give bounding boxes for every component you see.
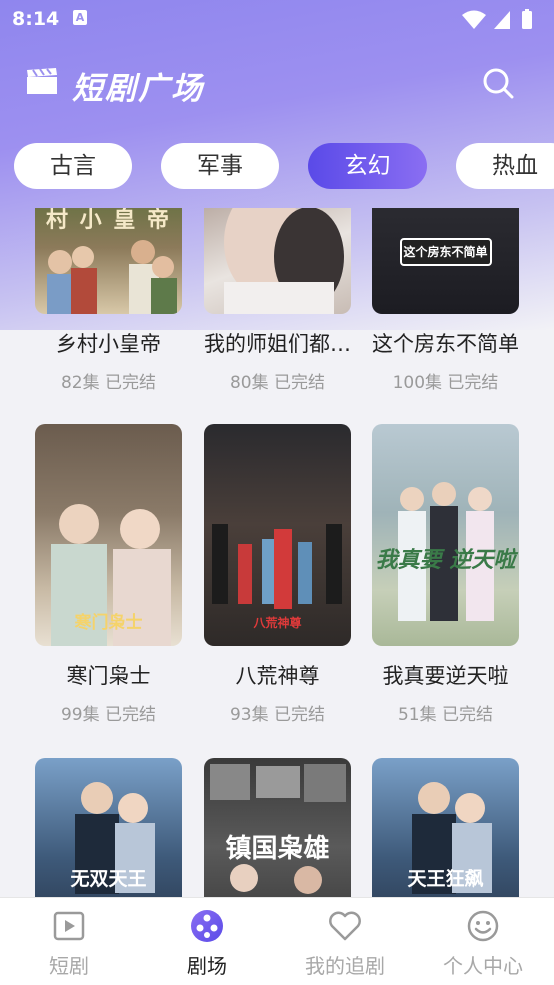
drama-card[interactable]: 八荒神尊 八荒神尊 93集 已完结 bbox=[204, 424, 351, 725]
notification-icon: A bbox=[73, 10, 87, 25]
episode-count: 93集 bbox=[229, 705, 269, 725]
drama-title: 八荒神尊 bbox=[235, 664, 320, 688]
poster-title: 镇国枭雄 bbox=[225, 834, 330, 864]
drama-meta: 80集 已完结 bbox=[204, 368, 351, 393]
title-bar: 短剧广场 bbox=[0, 55, 554, 115]
status-bar: 8:14 A bbox=[0, 0, 554, 38]
drama-card[interactable]: 寒门枭士 寒门枭士 99集 已完结 bbox=[35, 424, 182, 725]
drama-poster: 我真要 逆天啦 bbox=[372, 424, 519, 646]
drama-title: 我真要逆天啦 bbox=[382, 664, 509, 688]
drama-title: 寒门枭士 bbox=[66, 664, 151, 688]
drama-status: 已完结 bbox=[447, 373, 499, 393]
drama-status: 已完结 bbox=[274, 705, 326, 725]
drama-poster: 八荒神尊 bbox=[204, 424, 351, 646]
poster-figures bbox=[212, 524, 342, 609]
drama-meta: 82集 已完结 bbox=[35, 368, 182, 393]
nav-item-profile[interactable]: 个人中心 bbox=[414, 898, 552, 985]
episode-count: 100集 bbox=[392, 373, 443, 393]
episode-count: 51集 bbox=[397, 705, 437, 725]
nav-label: 短剧 bbox=[49, 954, 89, 978]
nav-label: 我的追剧 bbox=[305, 954, 385, 978]
tab-junshi[interactable]: 军事 bbox=[161, 143, 279, 189]
poster-title: 天王狂飙 bbox=[407, 868, 484, 890]
poster-title: 这个房东不简单 bbox=[403, 245, 488, 259]
drama-grid-viewport: 村 小 皇 帝 乡村小皇帝 82集 已完结 我的师姐们都… 80集 已完结 这个… bbox=[0, 208, 554, 898]
theater-reel-icon bbox=[191, 910, 223, 942]
drama-card[interactable]: 镇国枭雄 bbox=[204, 758, 351, 898]
drama-poster: 这个房东不简单 bbox=[372, 208, 519, 314]
drama-status: 已完结 bbox=[105, 705, 157, 725]
bottom-navigation: 短剧 剧场 我的追剧 个人中心 bbox=[0, 897, 554, 985]
nav-item-theater[interactable]: 剧场 bbox=[138, 898, 276, 985]
smiley-icon bbox=[467, 910, 499, 942]
drama-card[interactable]: 我真要 逆天啦 我真要逆天啦 51集 已完结 bbox=[372, 424, 519, 725]
drama-poster: 天王狂飙 bbox=[372, 758, 519, 898]
status-time: 8:14 bbox=[12, 8, 60, 30]
poster-title: 我真要 逆天啦 bbox=[375, 548, 516, 573]
drama-poster bbox=[204, 208, 351, 314]
drama-card[interactable]: 天王狂飙 bbox=[372, 758, 519, 898]
drama-card[interactable]: 我的师姐们都… 80集 已完结 bbox=[204, 208, 351, 393]
nav-label: 个人中心 bbox=[443, 954, 523, 978]
drama-square-screen: 8:14 A 短剧广场 古言 军事 玄幻 热血 村 小 皇 帝 乡村小皇帝 82… bbox=[0, 0, 554, 985]
clapperboard-icon bbox=[27, 68, 57, 94]
drama-title: 乡村小皇帝 bbox=[56, 332, 161, 356]
tab-rexue[interactable]: 热血 bbox=[456, 143, 554, 189]
drama-poster: 村 小 皇 帝 bbox=[35, 208, 182, 314]
drama-meta: 51集 已完结 bbox=[372, 700, 519, 725]
poster-figures bbox=[398, 482, 494, 621]
drama-title: 我的师姐们都… bbox=[204, 332, 351, 356]
drama-poster: 无双天王 bbox=[35, 758, 182, 898]
drama-card[interactable]: 这个房东不简单 这个房东不简单 100集 已完结 bbox=[372, 208, 519, 393]
signal-battery-icons bbox=[462, 9, 532, 29]
search-icon[interactable] bbox=[480, 65, 516, 101]
drama-status: 已完结 bbox=[274, 373, 326, 393]
drama-status: 已完结 bbox=[442, 705, 494, 725]
nav-item-following[interactable]: 我的追剧 bbox=[276, 898, 414, 985]
poster-title: 无双天王 bbox=[70, 868, 147, 890]
tab-guyan[interactable]: 古言 bbox=[14, 143, 132, 189]
poster-title: 寒门枭士 bbox=[74, 613, 143, 633]
poster-title: 八荒神尊 bbox=[253, 616, 302, 630]
episode-count: 80集 bbox=[229, 373, 269, 393]
page-title: 短剧广场 bbox=[72, 71, 204, 107]
drama-meta: 99集 已完结 bbox=[35, 700, 182, 725]
heart-icon bbox=[329, 911, 361, 941]
drama-status: 已完结 bbox=[105, 373, 157, 393]
poster-figures bbox=[47, 240, 177, 314]
episode-count: 82集 bbox=[60, 373, 100, 393]
tab-xuanhuan[interactable]: 玄幻 bbox=[308, 143, 427, 189]
drama-poster: 镇国枭雄 bbox=[204, 758, 351, 898]
drama-meta: 93集 已完结 bbox=[204, 700, 351, 725]
nav-item-shortdrama[interactable]: 短剧 bbox=[0, 898, 138, 985]
play-square-icon bbox=[53, 911, 85, 941]
drama-title: 这个房东不简单 bbox=[372, 332, 519, 356]
drama-card[interactable]: 无双天王 bbox=[35, 758, 182, 898]
drama-poster: 寒门枭士 bbox=[35, 424, 182, 646]
drama-meta: 100集 已完结 bbox=[372, 368, 519, 393]
episode-count: 99集 bbox=[60, 705, 100, 725]
poster-figures bbox=[224, 208, 344, 314]
category-tabs: 古言 军事 玄幻 热血 bbox=[0, 143, 554, 189]
nav-label: 剧场 bbox=[187, 954, 227, 978]
drama-card[interactable]: 村 小 皇 帝 乡村小皇帝 82集 已完结 bbox=[35, 208, 182, 393]
